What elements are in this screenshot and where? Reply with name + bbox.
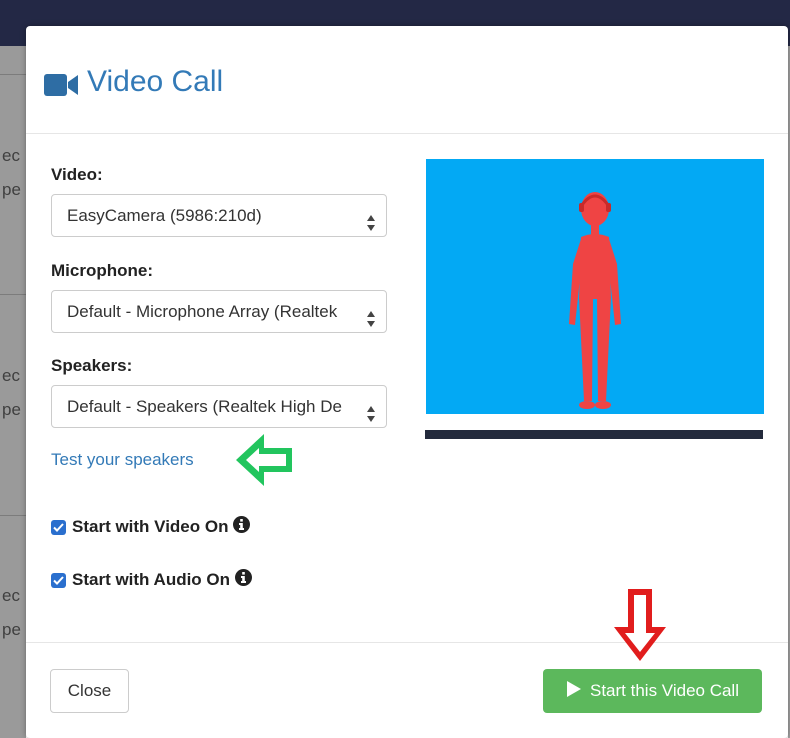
video-call-dialog: Video Call Video: EasyCamera (5986:210d)…: [26, 26, 788, 738]
dialog-header: Video Call: [26, 26, 788, 134]
select-arrows-icon: [366, 398, 376, 427]
video-camera-icon: [44, 73, 80, 102]
checkbox-checked-icon[interactable]: [51, 572, 66, 588]
backdrop-divider: [0, 74, 26, 75]
backdrop-divider: [0, 294, 26, 295]
start-audio-on-option[interactable]: Start with Audio On: [51, 569, 253, 591]
start-video-call-label: Start this Video Call: [590, 681, 739, 700]
backdrop-divider: [0, 515, 26, 516]
start-video-on-option[interactable]: Start with Video On: [51, 516, 251, 538]
video-preview: [426, 159, 764, 414]
backdrop-text-fragment: ec: [2, 366, 20, 385]
checkbox-checked-icon[interactable]: [51, 519, 66, 535]
speakers-label: Speakers:: [51, 356, 133, 375]
dialog-footer: Close Start this Video Call: [26, 642, 788, 738]
select-arrows-icon: [366, 207, 376, 236]
audio-level-bar: [425, 430, 763, 439]
test-speakers-link[interactable]: Test your speakers: [51, 450, 194, 470]
info-icon: [233, 516, 251, 538]
speakers-select-value: Default - Speakers (Realtek High De: [67, 397, 342, 416]
backdrop-text-fragment: pe: [2, 180, 21, 199]
start-audio-on-label: Start with Audio On: [72, 570, 231, 589]
dialog-title: Video Call: [87, 65, 224, 98]
select-arrows-icon: [366, 303, 376, 332]
microphone-select[interactable]: Default - Microphone Array (Realtek: [51, 290, 387, 333]
left-arrow-annotation-icon: [232, 428, 296, 497]
video-select[interactable]: EasyCamera (5986:210d): [51, 194, 387, 237]
backdrop-text-fragment: ec: [2, 146, 20, 165]
speakers-select[interactable]: Default - Speakers (Realtek High De: [51, 385, 387, 428]
video-label: Video:: [51, 165, 103, 184]
play-icon: [566, 680, 582, 703]
backdrop-text-fragment: pe: [2, 620, 21, 639]
start-video-call-button[interactable]: Start this Video Call: [543, 669, 762, 713]
backdrop-text-fragment: pe: [2, 400, 21, 419]
down-arrow-annotation-icon: [610, 587, 670, 668]
microphone-select-value: Default - Microphone Array (Realtek: [67, 302, 338, 321]
backdrop-text-fragment: ec: [2, 586, 20, 605]
close-button[interactable]: Close: [50, 669, 129, 713]
video-select-value: EasyCamera (5986:210d): [67, 206, 262, 225]
start-video-on-label: Start with Video On: [72, 517, 229, 536]
avatar-figure-icon: [564, 189, 626, 416]
microphone-label: Microphone:: [51, 261, 153, 280]
info-icon: [235, 569, 253, 591]
